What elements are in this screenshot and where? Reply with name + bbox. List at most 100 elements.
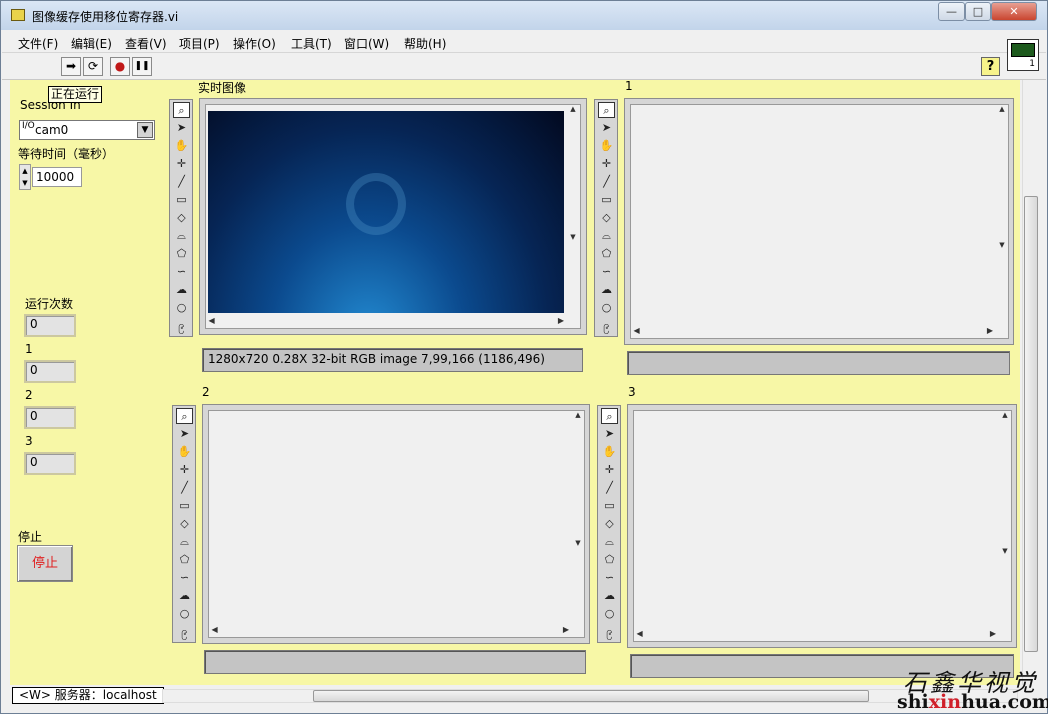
zoom-tool-icon[interactable]: ⌕ (176, 408, 193, 424)
pan-tool-icon[interactable]: ✋ (173, 138, 190, 154)
rotated-rect-tool-icon[interactable]: ◇ (176, 516, 193, 532)
display-1-vertical-scrollbar[interactable]: ▲ ▼ (996, 105, 1008, 325)
image-display-3[interactable]: ▲ ▼ ◀ ▶ (627, 404, 1017, 648)
display-2-vertical-scrollbar[interactable]: ▲ ▼ (572, 411, 584, 624)
horizontal-scroll-thumb[interactable] (313, 690, 869, 702)
display-1-title: 1 (625, 79, 633, 93)
freehand-region-tool-icon[interactable]: ☁ (173, 282, 190, 298)
freehand-region-tool-icon[interactable]: ☁ (176, 588, 193, 604)
freehand-line-tool-icon[interactable]: ∽ (598, 264, 615, 280)
line-tool-icon[interactable]: ╱ (173, 174, 190, 190)
point-tool-icon[interactable]: ✛ (598, 156, 615, 172)
polygon-tool-icon[interactable]: ⬠ (176, 552, 193, 568)
image-tools-palette-1: ⌕ ➤ ✋ ✛ ╱ ▭ ◇ ⌓ ⬠ ∽ ☁ ○ ၉ (594, 99, 618, 337)
line-tool-icon[interactable]: ╱ (176, 480, 193, 496)
display-3-horizontal-scrollbar[interactable]: ◀ ▶ (634, 629, 998, 641)
zoom-tool-icon[interactable]: ⌕ (173, 102, 190, 118)
run-button[interactable]: ➡ (61, 57, 81, 76)
vi-connector-icon[interactable]: 1 (1007, 39, 1039, 71)
polygon-tool-icon[interactable]: ⬠ (598, 246, 615, 262)
image-display-1[interactable]: ▲ ▼ ◀ ▶ (624, 98, 1014, 345)
display-2-title: 2 (202, 385, 210, 399)
freehand-line-tool-icon[interactable]: ∽ (601, 570, 618, 586)
rectangle-tool-icon[interactable]: ▭ (598, 192, 615, 208)
pointer-tool-icon[interactable]: ➤ (601, 426, 618, 442)
zoom-tool-icon[interactable]: ⌕ (598, 102, 615, 118)
rectangle-tool-icon[interactable]: ▭ (176, 498, 193, 514)
line-tool-icon[interactable]: ╱ (601, 480, 618, 496)
live-horizontal-scrollbar[interactable]: ◀ ▶ (206, 316, 566, 328)
display-1-horizontal-scrollbar[interactable]: ◀ ▶ (631, 326, 995, 338)
menu-tools[interactable]: 工具(T) (291, 35, 332, 52)
menu-operate[interactable]: 操作(O) (233, 35, 276, 52)
live-image-title: 实时图像 (198, 81, 247, 95)
display-1-frame: ▲ ▼ ◀ ▶ (630, 104, 1009, 339)
server-status: <W> 服务器：localhost (12, 687, 164, 704)
spiral-tool-icon[interactable]: ၉ (598, 318, 615, 334)
panel-vertical-scrollbar[interactable] (1022, 80, 1039, 685)
stop-button[interactable]: 停止 (17, 545, 73, 582)
live-image-display[interactable]: ▲ ▼ ◀ ▶ (199, 98, 587, 335)
menu-help[interactable]: 帮助(H) (404, 35, 446, 52)
maximize-button[interactable]: □ (965, 2, 991, 21)
menu-view[interactable]: 查看(V) (125, 35, 167, 52)
spiral-tool-icon[interactable]: ၉ (176, 624, 193, 640)
session-in-control[interactable]: I/O cam0 ▼ (19, 120, 155, 140)
pan-tool-icon[interactable]: ✋ (598, 138, 615, 154)
menu-file[interactable]: 文件(F) (18, 35, 58, 52)
rotated-rect-tool-icon[interactable]: ◇ (598, 210, 615, 226)
freehand-line-tool-icon[interactable]: ∽ (176, 570, 193, 586)
annulus-tool-icon[interactable]: ⌓ (173, 228, 190, 244)
spiral-tool-icon[interactable]: ၉ (601, 624, 618, 640)
freehand-region-tool-icon[interactable]: ☁ (598, 282, 615, 298)
rotated-rect-tool-icon[interactable]: ◇ (601, 516, 618, 532)
spiral-tool-icon[interactable]: ၉ (173, 318, 190, 334)
rotated-rect-tool-icon[interactable]: ◇ (173, 210, 190, 226)
chevron-down-icon[interactable]: ▼ (137, 122, 153, 138)
pointer-tool-icon[interactable]: ➤ (598, 120, 615, 136)
run-continuously-button[interactable]: ⟳ (83, 57, 103, 76)
run-count-label: 运行次数 (25, 297, 74, 311)
point-tool-icon[interactable]: ✛ (173, 156, 190, 172)
pan-tool-icon[interactable]: ✋ (601, 444, 618, 460)
image-display-2[interactable]: ▲ ▼ ◀ ▶ (202, 404, 590, 644)
live-image-frame: ▲ ▼ ◀ ▶ (205, 104, 581, 329)
pause-button[interactable]: ❚❚ (132, 57, 152, 76)
oval-tool-icon[interactable]: ○ (601, 606, 618, 622)
annulus-tool-icon[interactable]: ⌓ (176, 534, 193, 550)
menu-project[interactable]: 项目(P) (179, 35, 220, 52)
rectangle-tool-icon[interactable]: ▭ (173, 192, 190, 208)
vertical-scroll-thumb[interactable] (1024, 196, 1038, 652)
live-vertical-scrollbar[interactable]: ▲ ▼ (567, 105, 579, 315)
point-tool-icon[interactable]: ✛ (601, 462, 618, 478)
oval-tool-icon[interactable]: ○ (598, 300, 615, 316)
polygon-tool-icon[interactable]: ⬠ (173, 246, 190, 262)
menu-window[interactable]: 窗口(W) (344, 35, 389, 52)
display-1-info-bar (627, 351, 1010, 375)
minimize-button[interactable]: — (938, 2, 965, 21)
display-3-vertical-scrollbar[interactable]: ▲ ▼ (999, 411, 1011, 628)
wait-time-input[interactable]: 10000 (32, 167, 82, 187)
pointer-tool-icon[interactable]: ➤ (176, 426, 193, 442)
context-help-button[interactable]: ? (981, 57, 1000, 76)
line-tool-icon[interactable]: ╱ (598, 174, 615, 190)
freehand-region-tool-icon[interactable]: ☁ (601, 588, 618, 604)
close-button[interactable]: ✕ (991, 2, 1037, 21)
freehand-line-tool-icon[interactable]: ∽ (173, 264, 190, 280)
polygon-tool-icon[interactable]: ⬠ (601, 552, 618, 568)
zoom-tool-icon[interactable]: ⌕ (601, 408, 618, 424)
abort-button[interactable]: ● (110, 57, 130, 76)
rectangle-tool-icon[interactable]: ▭ (601, 498, 618, 514)
oval-tool-icon[interactable]: ○ (176, 606, 193, 622)
wait-time-stepper[interactable]: ▲ ▼ (19, 164, 31, 190)
display-2-horizontal-scrollbar[interactable]: ◀ ▶ (209, 625, 571, 637)
annulus-tool-icon[interactable]: ⌓ (601, 534, 618, 550)
pan-tool-icon[interactable]: ✋ (176, 444, 193, 460)
menu-edit[interactable]: 编辑(E) (71, 35, 112, 52)
pointer-tool-icon[interactable]: ➤ (173, 120, 190, 136)
oval-tool-icon[interactable]: ○ (173, 300, 190, 316)
point-tool-icon[interactable]: ✛ (176, 462, 193, 478)
display-2-info-bar (204, 650, 586, 674)
display-3-title: 3 (628, 385, 636, 399)
annulus-tool-icon[interactable]: ⌓ (598, 228, 615, 244)
